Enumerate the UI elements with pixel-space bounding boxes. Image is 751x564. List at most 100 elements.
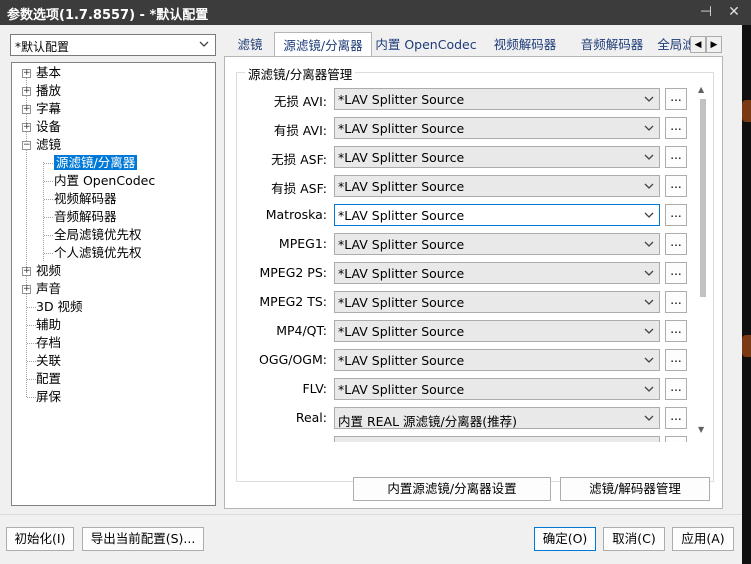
tree-guide-line	[27, 343, 36, 344]
scroll-thumb[interactable]	[700, 99, 706, 297]
chevron-down-icon	[641, 355, 657, 366]
tree-item[interactable]: 源滤镜/分离器	[54, 154, 138, 172]
tree-item-label: 播放	[36, 83, 62, 98]
splitter-select[interactable]: *LAV Splitter Source	[334, 378, 660, 400]
tree-item-label: 3D 视频	[36, 299, 83, 314]
splitter-select[interactable]: 内置 REAL 源滤镜/分离器(推荐)	[334, 407, 660, 429]
tree-guide-line	[27, 397, 36, 398]
tree-item-label: 视频解码器	[54, 191, 117, 206]
splitter-row: 无损 AVI: *LAV Splitter Source...	[237, 88, 697, 110]
tree-item[interactable]: 视频解码器	[54, 190, 117, 208]
tree-item[interactable]: 存档	[36, 334, 61, 352]
tab-1[interactable]: 源滤镜/分离器	[274, 32, 372, 56]
splitter-select[interactable]: *LAV Splitter Source	[334, 146, 660, 168]
tree-item[interactable]: 基本	[36, 64, 61, 82]
tab-scroll-left-icon[interactable]: ◀	[690, 36, 706, 53]
splitter-select[interactable]: *LAV Splitter Source	[334, 117, 660, 139]
tree-item[interactable]: 设备	[36, 118, 61, 136]
ok-button[interactable]: 确定(O)	[534, 527, 596, 551]
format-label: MP4/QT:	[276, 323, 327, 338]
tab-scroll-right-icon[interactable]: ▶	[706, 36, 722, 53]
profile-select[interactable]: *默认配置	[10, 34, 216, 56]
splitter-value: *LAV Splitter Source	[338, 353, 465, 368]
export-config-button[interactable]: 导出当前配置(S)...	[82, 527, 204, 551]
tree-item-label: 配置	[36, 371, 62, 386]
splitter-select[interactable]: *LAV Splitter Source	[334, 204, 660, 226]
chevron-down-icon	[641, 210, 657, 221]
format-label: MPEG1:	[278, 236, 327, 251]
close-icon[interactable]: ✕	[724, 2, 744, 22]
more-button[interactable]: ...	[665, 320, 687, 342]
more-button[interactable]: ...	[665, 291, 687, 313]
tree-item[interactable]: 音频解码器	[54, 208, 117, 226]
splitter-select[interactable]: *LAV Splitter Source	[334, 262, 660, 284]
init-button[interactable]: 初始化(I)	[6, 527, 74, 551]
window-title: 参数选项(1.7.8557) - *默认配置	[7, 8, 209, 23]
splitter-value: *LAV Splitter Source	[338, 150, 465, 165]
splitter-select[interactable]: *LAV Splitter Source	[334, 175, 660, 197]
tab-0[interactable]: 滤镜	[228, 34, 272, 56]
tree-item-label: 视频	[36, 263, 62, 278]
tree-item[interactable]: 辅助	[36, 316, 61, 334]
tree-item-label: 源滤镜/分离器	[54, 155, 138, 170]
scroll-down-icon[interactable]: ▼	[698, 425, 704, 434]
tree-item[interactable]: 3D 视频	[36, 298, 83, 316]
tab-4[interactable]: 音频解码器	[570, 34, 654, 56]
more-button[interactable]: ...	[665, 262, 687, 284]
more-button[interactable]: ...	[665, 407, 687, 429]
tree-item[interactable]: 内置 OpenCodec	[54, 172, 155, 190]
scroll-up-icon[interactable]: ▲	[698, 85, 704, 94]
tab-3[interactable]: 视频解码器	[482, 34, 568, 56]
builtin-splitter-settings-button[interactable]: 内置源滤镜/分离器设置	[353, 477, 551, 501]
splitter-select[interactable]	[334, 436, 660, 442]
vertical-scrollbar[interactable]: ▲ ▼	[696, 85, 710, 447]
profile-value: *默认配置	[15, 40, 70, 54]
splitter-select[interactable]: *LAV Splitter Source	[334, 320, 660, 342]
tab-2[interactable]: 内置 OpenCodec	[373, 34, 479, 56]
tree-guide-line	[43, 162, 44, 261]
tree-item[interactable]: 配置	[36, 370, 61, 388]
expand-icon[interactable]: +	[22, 285, 31, 294]
more-button[interactable]	[665, 436, 687, 442]
splitter-select[interactable]: *LAV Splitter Source	[334, 233, 660, 255]
apply-button[interactable]: 应用(A)	[672, 527, 734, 551]
tree-item[interactable]: 全局滤镜优先权	[54, 226, 142, 244]
expand-icon[interactable]: +	[22, 123, 31, 132]
more-button[interactable]: ...	[665, 88, 687, 110]
tree-item-label: 存档	[36, 335, 62, 350]
more-button[interactable]: ...	[665, 378, 687, 400]
expand-icon[interactable]: +	[22, 267, 31, 276]
splitter-select[interactable]: *LAV Splitter Source	[334, 88, 660, 110]
filter-manager-button[interactable]: 滤镜/解码器管理	[560, 477, 710, 501]
expand-icon[interactable]: +	[22, 87, 31, 96]
more-button[interactable]: ...	[665, 175, 687, 197]
expand-icon[interactable]: +	[22, 69, 31, 78]
more-button[interactable]: ...	[665, 117, 687, 139]
splitter-value: *LAV Splitter Source	[338, 121, 465, 136]
tree-item-label: 关联	[36, 353, 62, 368]
more-button[interactable]: ...	[665, 146, 687, 168]
tree-item[interactable]: 视频	[36, 262, 61, 280]
tree-item[interactable]: 屏保	[36, 388, 61, 406]
expand-icon[interactable]: +	[22, 105, 31, 114]
settings-tree[interactable]: + 基本 + 播放 + 字幕 + 设备 − 滤镜 源滤镜/分离器内置 OpenCodec 视频解码器音…	[11, 62, 216, 506]
title-bar[interactable]: 参数选项(1.7.8557) - *默认配置 ⊣ ✕	[0, 0, 751, 25]
tab-strip: 滤镜 源滤镜/分离器 内置 OpenCodec 视频解码器 音频解码器 全局滤 ◀ ▶	[228, 32, 742, 56]
tree-item[interactable]: 字幕	[36, 100, 61, 118]
cancel-button[interactable]: 取消(C)	[603, 527, 665, 551]
chevron-down-icon	[641, 297, 657, 308]
tree-item[interactable]: 关联	[36, 352, 61, 370]
collapse-icon[interactable]: −	[22, 141, 31, 150]
tree-item[interactable]: 声音	[36, 280, 61, 298]
tree-item[interactable]: 个人滤镜优先权	[54, 244, 142, 262]
tree-item[interactable]: 滤镜	[36, 136, 61, 154]
tree-item-label: 基本	[36, 65, 62, 80]
more-button[interactable]: ...	[665, 349, 687, 371]
pin-icon[interactable]: ⊣	[696, 2, 716, 22]
chevron-down-icon	[641, 239, 657, 250]
more-button[interactable]: ...	[665, 233, 687, 255]
splitter-select[interactable]: *LAV Splitter Source	[334, 291, 660, 313]
splitter-select[interactable]: *LAV Splitter Source	[334, 349, 660, 371]
more-button[interactable]: ...	[665, 204, 687, 226]
tree-item[interactable]: 播放	[36, 82, 61, 100]
